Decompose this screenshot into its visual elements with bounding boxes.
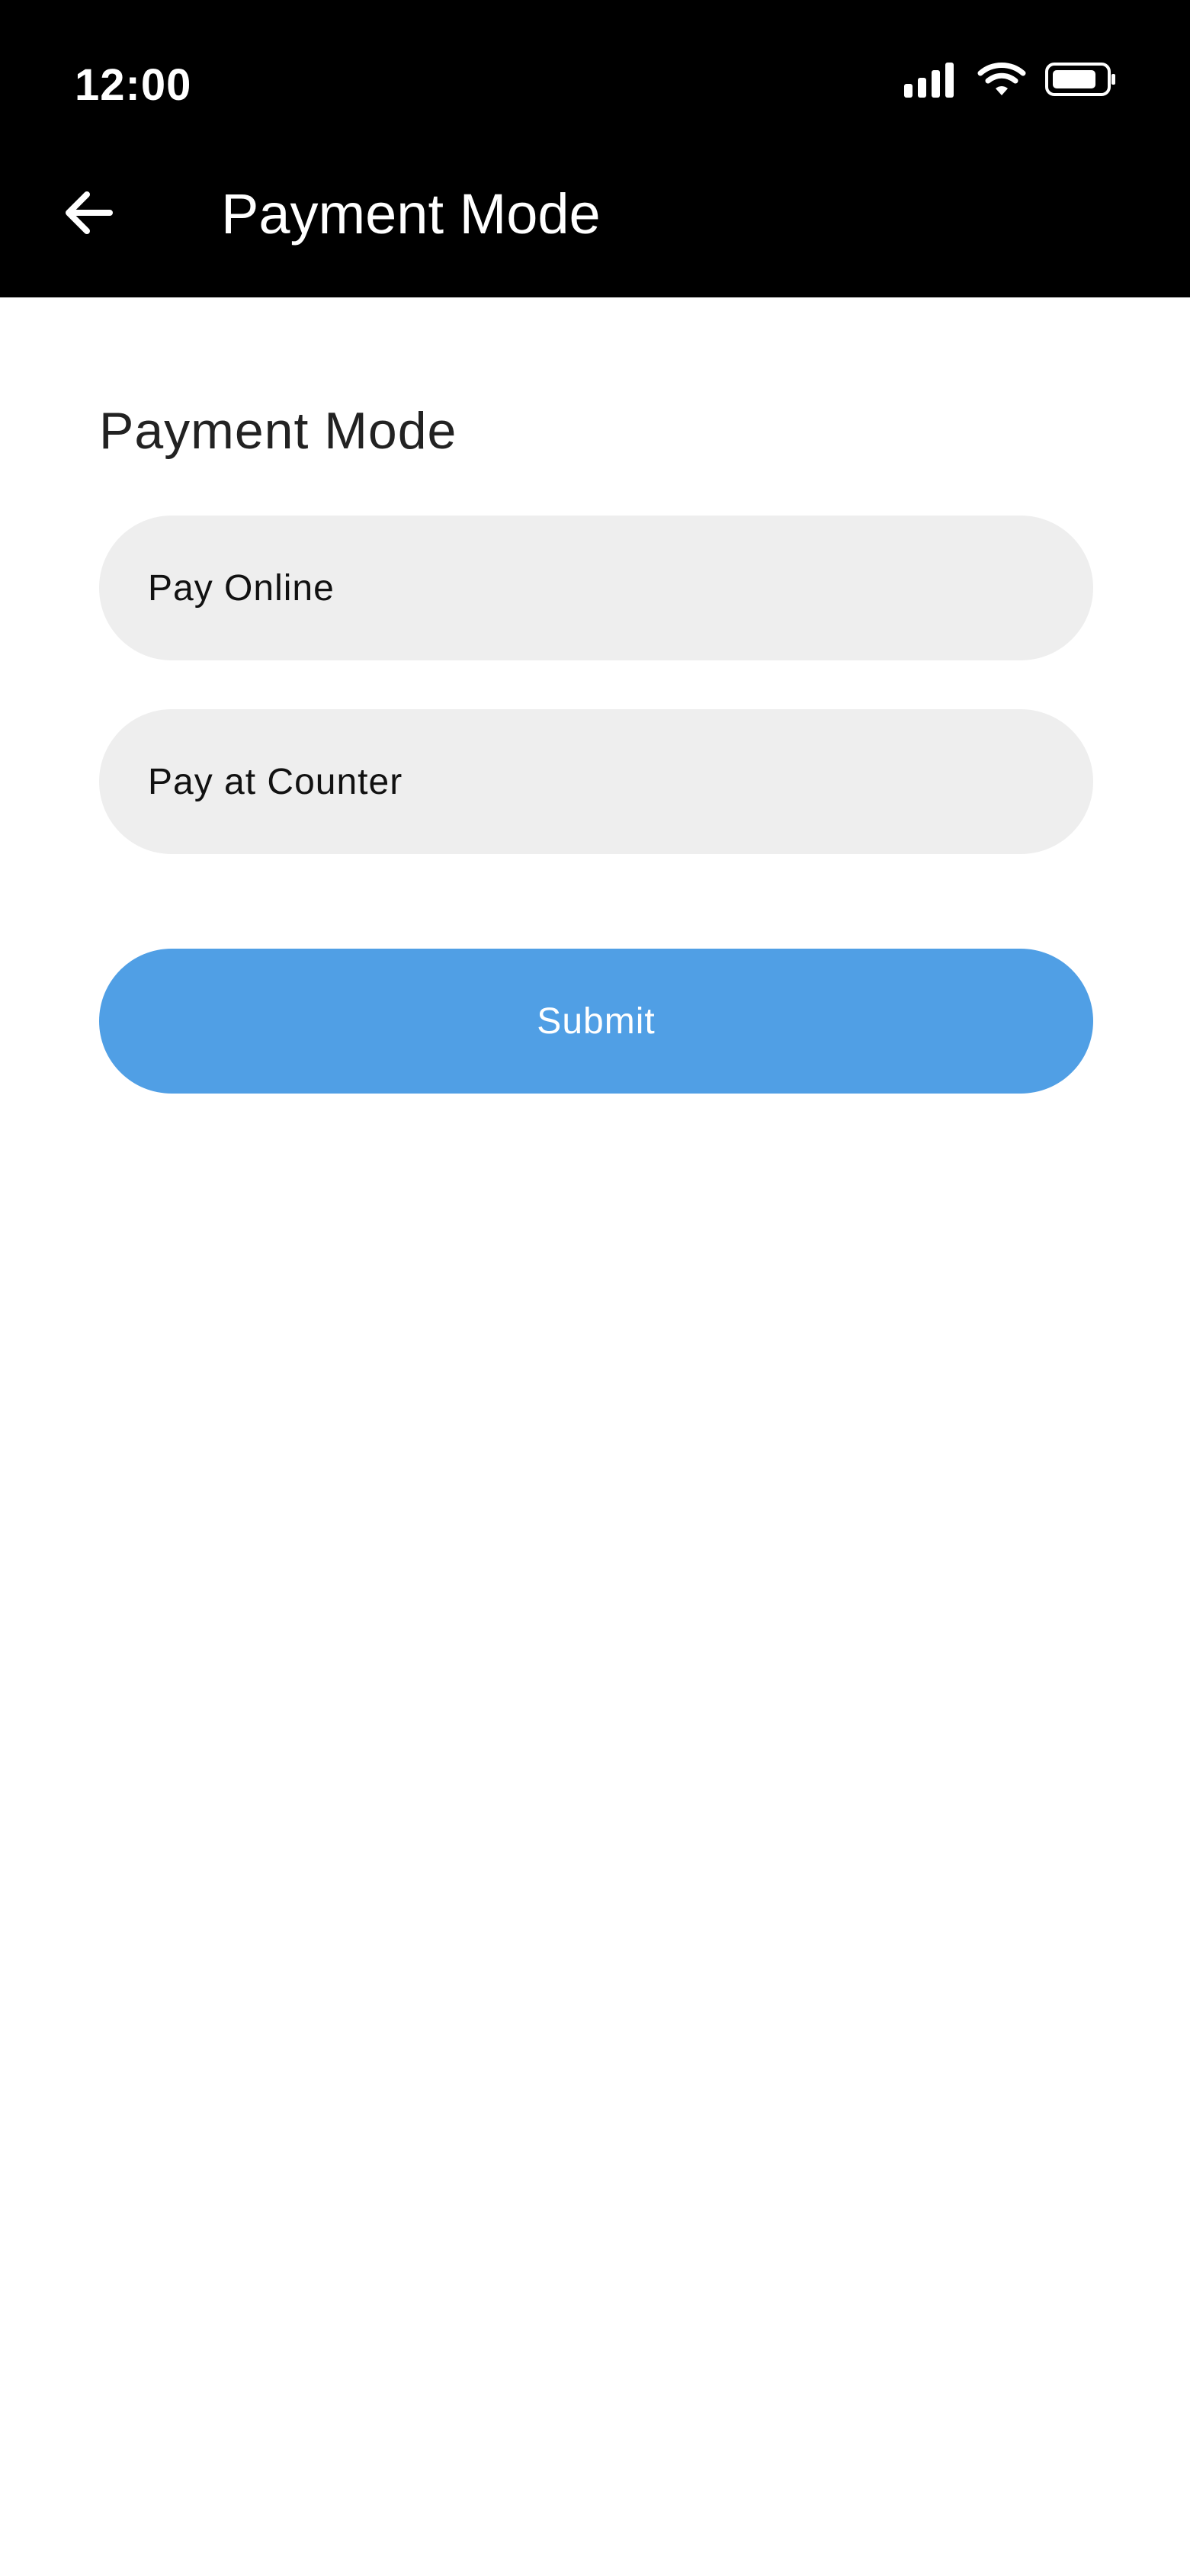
pay-at-counter-label: Pay at Counter — [148, 761, 403, 802]
back-button[interactable] — [55, 181, 120, 247]
top-bar: 12:00 Payment Mode — [0, 0, 1190, 297]
submit-button[interactable]: Submit — [99, 949, 1093, 1094]
pay-online-option[interactable]: Pay Online — [99, 516, 1093, 660]
pay-at-counter-option[interactable]: Pay at Counter — [99, 709, 1093, 854]
status-icons — [904, 61, 1118, 101]
app-bar-title: Payment Mode — [221, 182, 601, 246]
status-time: 12:00 — [75, 60, 192, 110]
payment-mode-screen: 12:00 Payment Mode Payment Mode Pay Onli… — [0, 0, 1190, 2576]
arrow-left-icon — [61, 188, 114, 241]
submit-button-label: Submit — [537, 1001, 656, 1042]
pay-online-label: Pay Online — [148, 567, 335, 609]
signal-icon — [904, 61, 959, 101]
wifi-icon — [977, 61, 1026, 101]
payment-mode-section-title: Payment Mode — [99, 402, 457, 460]
battery-icon — [1044, 60, 1118, 102]
